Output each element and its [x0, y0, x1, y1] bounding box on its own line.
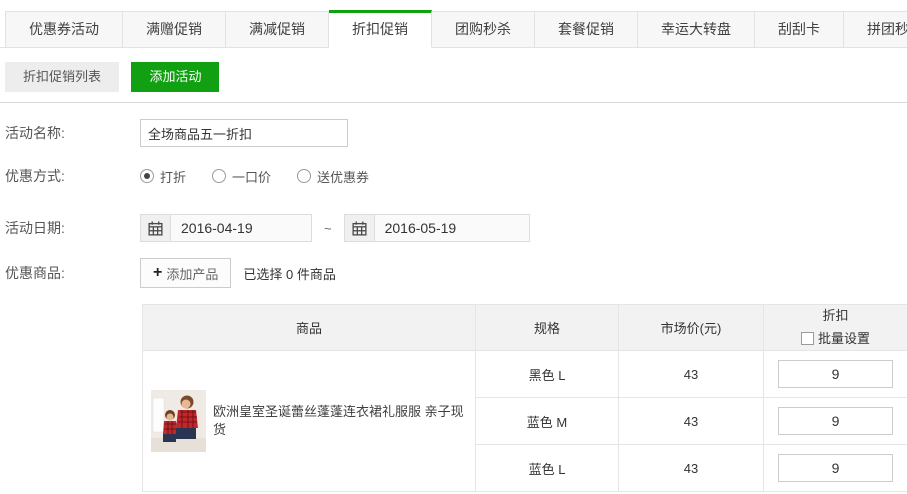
tab-full-reduction-promo[interactable]: 满减促销: [226, 11, 329, 47]
add-activity-button[interactable]: 添加活动: [131, 62, 219, 92]
radio-option-label: 送优惠券: [317, 167, 369, 186]
tab-group-flash-sale[interactable]: 团购秒杀: [432, 11, 535, 47]
radio-unselected-icon[interactable]: [297, 169, 311, 183]
discount-method-row: 优惠方式: 打折 一口价 送优惠券: [5, 166, 907, 186]
tab-lucky-wheel[interactable]: 幸运大转盘: [638, 11, 755, 47]
activity-date-label: 活动日期:: [5, 218, 140, 238]
start-date-picker[interactable]: 2016-04-19: [140, 214, 312, 242]
product-title: 欧洲皇室圣诞蕾丝蓬蓬连衣裙礼服服 亲子现货: [213, 403, 467, 439]
tab-coupon-activity[interactable]: 优惠券活动: [5, 11, 123, 47]
discount-input[interactable]: [778, 407, 893, 435]
discount-method-options: 打折 一口价 送优惠券: [140, 167, 395, 186]
header-spec: 规格: [476, 305, 619, 351]
discount-input[interactable]: [778, 454, 893, 482]
price-cell: 43: [619, 398, 764, 445]
promo-products-table: 商品 规格 市场价(元) 折扣 批量设置: [142, 304, 907, 492]
add-activity-form: 活动名称: 优惠方式: 打折 一口价 送优惠券 活动日期:: [0, 103, 907, 288]
tab-discount-promo-active[interactable]: 折扣促销: [329, 10, 432, 48]
discount-list-button[interactable]: 折扣促销列表: [5, 62, 119, 92]
add-product-button[interactable]: + 添加产品: [140, 258, 231, 288]
batch-set-checkbox[interactable]: [801, 332, 814, 345]
table-header-row: 商品 规格 市场价(元) 折扣 批量设置: [143, 305, 907, 351]
product-cell: 欧洲皇室圣诞蕾丝蓬蓬连衣裙礼服服 亲子现货: [143, 351, 476, 492]
discount-input[interactable]: [778, 360, 893, 388]
price-cell: 43: [619, 445, 764, 492]
sub-toolbar: 折扣促销列表 添加活动: [0, 48, 907, 103]
promo-tab-bar: 优惠券活动 满赠促销 满减促销 折扣促销 团购秒杀 套餐促销 幸运大转盘 刮刮卡…: [0, 0, 907, 48]
calendar-icon: [141, 215, 171, 241]
activity-date-row: 活动日期: 2016-04-19 ~ 2016-05-19: [5, 214, 907, 242]
price-cell: 43: [619, 351, 764, 398]
selected-products-count: 已选择 0 件商品: [243, 264, 335, 283]
activity-name-input[interactable]: [140, 119, 348, 147]
spec-cell: 黑色 L: [476, 351, 619, 398]
end-date-value: 2016-05-19: [375, 220, 467, 236]
date-range-separator: ~: [324, 221, 332, 236]
radio-selected-icon[interactable]: [140, 169, 154, 183]
activity-name-label: 活动名称:: [5, 123, 140, 143]
promo-products-row: 优惠商品: + 添加产品 已选择 0 件商品: [5, 258, 907, 288]
tab-pin-flash-sale[interactable]: 拼团秒杀: [844, 11, 907, 47]
table-row: 欧洲皇室圣诞蕾丝蓬蓬连衣裙礼服服 亲子现货 黑色 L 43: [143, 351, 907, 398]
calendar-icon: [345, 215, 375, 241]
radio-option-discount[interactable]: 打折: [140, 167, 186, 186]
radio-option-label: 一口价: [232, 167, 271, 186]
header-price: 市场价(元): [619, 305, 764, 351]
product-thumbnail-image: [151, 390, 206, 452]
discount-cell: [764, 398, 907, 445]
radio-option-give-coupon[interactable]: 送优惠券: [297, 167, 369, 186]
discount-method-label: 优惠方式:: [5, 166, 140, 186]
tab-full-gift-promo[interactable]: 满赠促销: [123, 11, 226, 47]
radio-unselected-icon[interactable]: [212, 169, 226, 183]
promo-products-label: 优惠商品:: [5, 263, 140, 283]
spec-cell: 蓝色 L: [476, 445, 619, 492]
discount-cell: [764, 445, 907, 492]
discount-cell: [764, 351, 907, 398]
plus-icon: +: [153, 265, 162, 281]
header-discount: 折扣 批量设置: [764, 305, 907, 351]
radio-option-fixed-price[interactable]: 一口价: [212, 167, 271, 186]
spec-cell: 蓝色 M: [476, 398, 619, 445]
radio-option-label: 打折: [160, 167, 186, 186]
end-date-picker[interactable]: 2016-05-19: [344, 214, 530, 242]
tab-package-promo[interactable]: 套餐促销: [535, 11, 638, 47]
batch-set-label: 批量设置: [818, 329, 870, 350]
add-product-button-label: 添加产品: [166, 264, 218, 283]
header-discount-label: 折扣: [764, 306, 907, 327]
activity-name-row: 活动名称:: [5, 119, 907, 147]
start-date-value: 2016-04-19: [171, 220, 263, 236]
header-product: 商品: [143, 305, 476, 351]
tab-scratch-card[interactable]: 刮刮卡: [755, 11, 844, 47]
